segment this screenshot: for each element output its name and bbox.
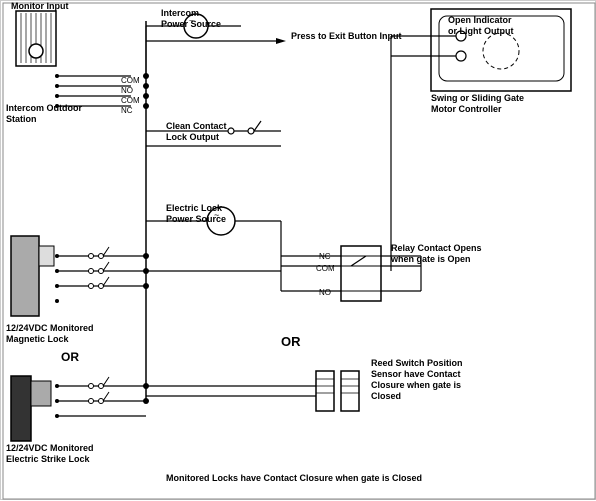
svg-text:COM: COM: [121, 76, 140, 85]
svg-text:Power Source: Power Source: [161, 19, 221, 29]
svg-text:when gate is Open: when gate is Open: [390, 254, 471, 264]
svg-text:COM: COM: [121, 96, 140, 105]
svg-text:Electric Lock: Electric Lock: [166, 203, 223, 213]
svg-text:Clean Contact: Clean Contact: [166, 121, 227, 131]
svg-text:NC: NC: [319, 252, 331, 261]
svg-text:12/24VDC Monitored: 12/24VDC Monitored: [6, 443, 94, 453]
svg-text:Press to Exit Button Input: Press to Exit Button Input: [291, 31, 402, 41]
wiring-diagram: COM NO COM NC ~ ~: [0, 0, 596, 500]
svg-text:Motor Controller: Motor Controller: [431, 104, 502, 114]
svg-text:12/24VDC Monitored: 12/24VDC Monitored: [6, 323, 94, 333]
svg-text:Sensor have Contact: Sensor have Contact: [371, 369, 461, 379]
svg-text:Intercom: Intercom: [161, 8, 199, 18]
svg-text:Closed: Closed: [371, 391, 401, 401]
svg-text:NO: NO: [319, 288, 331, 297]
svg-text:Relay Contact Opens: Relay Contact Opens: [391, 243, 482, 253]
svg-text:Lock Output: Lock Output: [166, 132, 219, 142]
svg-text:NC: NC: [121, 106, 133, 115]
svg-text:OR: OR: [61, 350, 79, 364]
svg-text:Monitored Locks have Contact C: Monitored Locks have Contact Closure whe…: [166, 473, 422, 483]
svg-text:Station: Station: [6, 114, 37, 124]
svg-text:COM: COM: [316, 264, 335, 273]
svg-text:NO: NO: [121, 86, 133, 95]
svg-text:Open Indicator: Open Indicator: [448, 15, 512, 25]
svg-text:Closure when gate is: Closure when gate is: [371, 380, 461, 390]
svg-text:Electric Strike Lock: Electric Strike Lock: [6, 454, 91, 464]
svg-text:Monitor Input: Monitor Input: [11, 1, 68, 11]
svg-text:OR: OR: [281, 334, 301, 349]
svg-text:or Light Output: or Light Output: [448, 26, 513, 36]
svg-text:Intercom Outdoor: Intercom Outdoor: [6, 103, 82, 113]
svg-text:Magnetic Lock: Magnetic Lock: [6, 334, 70, 344]
svg-text:Swing or Sliding Gate: Swing or Sliding Gate: [431, 93, 524, 103]
svg-text:Reed Switch Position: Reed Switch Position: [371, 358, 463, 368]
svg-text:Power Source: Power Source: [166, 214, 226, 224]
